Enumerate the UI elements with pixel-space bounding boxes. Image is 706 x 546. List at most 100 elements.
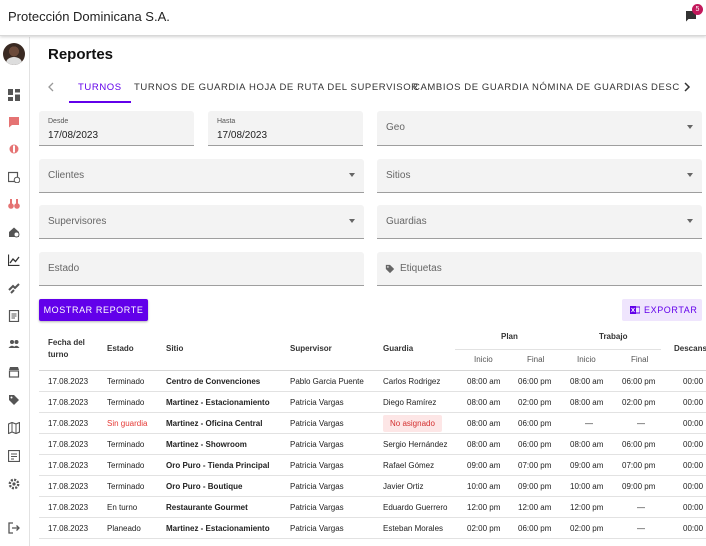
cell-trab-final: — [637,524,645,533]
guardias-placeholder: Guardias [386,216,427,227]
cell-guardia: Carlos Rodrigez [383,377,441,386]
tabs-next-button[interactable] [680,80,694,94]
desde-label: Desde [48,118,69,125]
sidebar-item-map[interactable] [6,420,22,436]
cell-fecha: 17.08.2023 [48,377,89,386]
sidebar-item-patrols[interactable] [6,196,22,212]
tag-icon [385,264,395,274]
cell-trab-final: 02:00 pm [622,398,656,407]
tab-desc[interactable]: DESC [651,73,680,103]
cell-trab-inicio: — [585,419,593,428]
tab-cambios-de-guardia[interactable]: CAMBIOS DE GUARDIA [413,73,529,103]
flag-icon [9,117,19,128]
header-sitio: Sitio [166,344,184,353]
sidebar-item-schedule[interactable] [6,169,22,185]
guardias-select[interactable]: Guardias [377,205,702,239]
sidebar-item-tags[interactable] [6,392,22,408]
tabs-prev-button[interactable] [44,80,58,94]
cell-plan-inicio: 09:00 am [467,461,501,470]
table-row[interactable]: 17.08.2023 Terminado Oro Puro - Boutique Pa… [39,476,706,497]
page-title: Reportes [48,46,114,63]
header-estado: Estado [107,344,134,353]
clientes-select[interactable]: Clientes [39,159,364,193]
etiquetas-input[interactable]: Etiquetas [377,252,702,286]
table-row[interactable]: 17.08.2023 Sin guardia Martinez - Oficina … [39,413,706,434]
binoculars-icon [8,199,20,209]
table-row[interactable]: 17.08.2023 Terminado Oro Puro - Tienda Pri… [39,455,706,476]
tab-nomina-de-guardias[interactable]: NÓMINA DE GUARDIAS [532,73,648,103]
sidebar-item-logout[interactable] [6,520,22,536]
tabs-strip: TURNOS TURNOS DE GUARDIA HOJA DE RUTA DE… [66,73,686,103]
cell-trab-final: 07:00 pm [622,461,656,470]
cell-plan-final: 06:00 pm [518,377,552,386]
cell-plan-final: 07:00 pm [518,461,552,470]
cell-trab-final: — [637,419,645,428]
cell-descanso: 00:00 [683,482,704,491]
sidebar-item-documents[interactable] [6,308,22,324]
sidebar [0,37,30,546]
cell-trab-final: 09:00 pm [622,482,656,491]
tab-turnos[interactable]: TURNOS [69,73,131,103]
guardias-dropdown-icon [687,219,693,223]
calendar-clock-icon [8,171,20,183]
header-trabajo-inicio: Inicio [577,355,596,364]
sidebar-item-sites[interactable] [6,224,22,240]
table-row[interactable]: 17.08.2023 Terminado Martinez - Showroom Pa… [39,434,706,455]
sitios-select[interactable]: Sitios [377,159,702,193]
geo-select[interactable]: Geo [377,111,702,146]
cell-guardia: Javier Ortiz [383,482,424,491]
supervisores-dropdown-icon [349,219,355,223]
sidebar-item-team[interactable] [6,336,22,352]
cell-fecha: 17.08.2023 [48,503,89,512]
desde-date-field[interactable]: Desde 17/08/2023 [39,111,194,146]
sidebar-item-settings[interactable] [6,476,22,492]
show-report-button[interactable]: MOSTRAR REPORTE [39,299,148,321]
table-row[interactable]: 17.08.2023 Terminado Martinez - Estacionam… [39,392,706,413]
cell-trab-inicio: 09:00 am [570,461,604,470]
sidebar-item-reports[interactable] [0,246,30,274]
avatar[interactable] [3,43,25,65]
export-button[interactable]: EXPORTAR [622,299,702,321]
header-fecha: Fecha del turno [48,338,85,359]
cell-trab-inicio: 08:00 am [570,398,604,407]
notifications-button[interactable]: 5 [684,4,703,23]
header-guardia: Guardia [383,344,414,353]
tab-turnos-de-guardia[interactable]: TURNOS DE GUARDIA [134,73,246,103]
header-trabajo: Trabajo [599,332,628,341]
tab-hoja-de-ruta[interactable]: HOJA DE RUTA DEL SUPERVISOR [249,73,419,103]
cell-plan-final: 12:00 am [518,503,552,512]
cell-sitio: Oro Puro - Boutique [166,482,243,491]
cell-estado: Terminado [107,377,145,386]
supervisores-select[interactable]: Supervisores [39,205,364,239]
sidebar-item-incidents[interactable] [6,114,22,130]
cell-trab-final: 06:00 pm [622,440,656,449]
report-table: Fecha del turno Estado Sitio Supervisor … [39,325,706,546]
sidebar-item-clients[interactable] [6,364,22,380]
cell-plan-inicio: 08:00 am [467,419,501,428]
cell-supervisor: Pablo Garcia Puente [290,377,364,386]
cell-plan-inicio: 08:00 am [467,440,501,449]
clientes-dropdown-icon [349,173,355,177]
table-row[interactable]: 17.08.2023 En turno Restaurante Gourmet Pat… [39,497,706,518]
hasta-date-field[interactable]: Hasta 17/08/2023 [208,111,363,146]
sidebar-item-checklist[interactable] [6,448,22,464]
table-row[interactable]: 17.08.2023 Planeado Martinez - Estacionami… [39,518,706,539]
cell-plan-inicio: 02:00 pm [467,524,501,533]
cell-plan-final: 06:00 pm [518,419,552,428]
cell-estado: Planeado [107,524,141,533]
row-divider [39,538,706,539]
header-plan-final: Final [527,355,545,364]
tag-icon [9,395,19,405]
cell-guardia: Esteban Morales [383,524,444,533]
header-descanso: Descans [674,344,706,353]
sidebar-item-dashboard[interactable] [6,87,22,103]
unassigned-chip: No asignado [383,415,442,432]
sidebar-item-alerts[interactable] [6,141,22,157]
notification-badge: 5 [692,4,703,15]
cell-trab-inicio: 12:00 pm [570,503,604,512]
estado-input[interactable]: Estado [39,252,364,286]
cell-trab-inicio: 08:00 am [570,377,604,386]
sidebar-item-handshake[interactable] [6,280,22,296]
table-row[interactable]: 17.08.2023 Terminado Centro de Convencione… [39,371,706,392]
people-icon [8,340,20,348]
